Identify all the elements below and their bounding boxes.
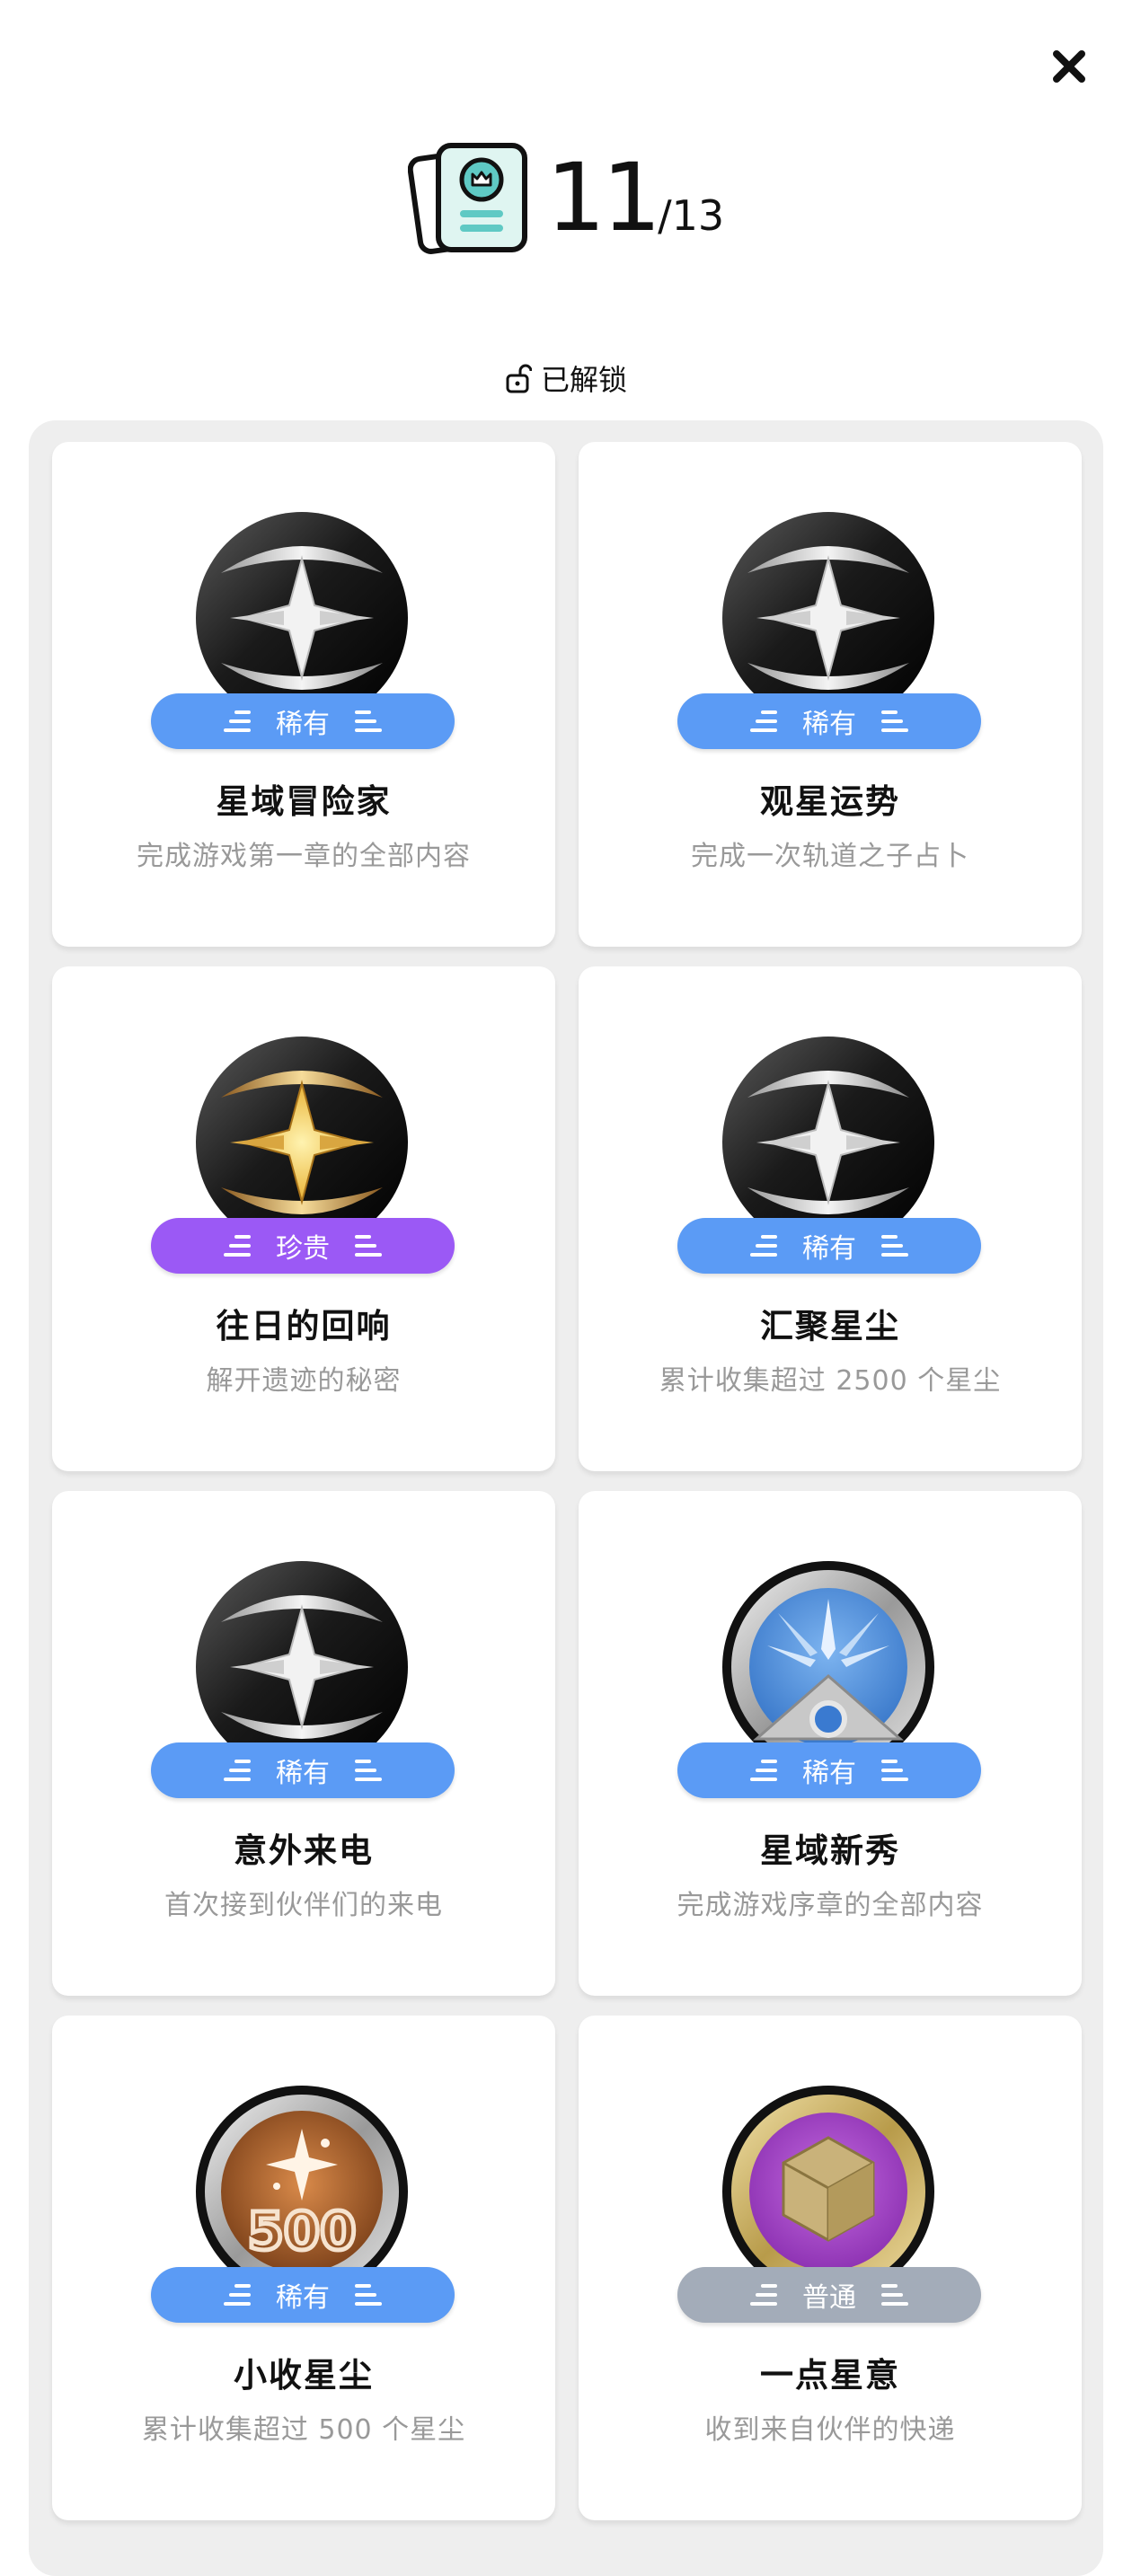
rarity-label: 稀有: [276, 709, 330, 740]
achievement-card[interactable]: 稀有 汇聚星尘 累计收集超过 2500 个星尘: [579, 966, 1082, 1471]
achievement-description: 完成游戏序章的全部内容: [677, 1890, 984, 1921]
achievement-grid: 稀有 星域冒险家 完成游戏第一章的全部内容 稀有 观星运势 完成一次轨道之子占卜: [52, 442, 1082, 2520]
close-icon: [1053, 50, 1085, 83]
medal-number: 500: [247, 2201, 356, 2262]
decorative-lines-icon: [881, 1760, 908, 1781]
decorative-lines-icon: [224, 2284, 251, 2306]
decorative-lines-icon: [750, 1760, 777, 1781]
rarity-label: 稀有: [802, 709, 856, 740]
achievement-title: 汇聚星尘: [760, 1307, 900, 1345]
achievement-card[interactable]: 珍贵 往日的回响 解开遗迹的秘密: [52, 966, 555, 1471]
achievement-title: 意外来电: [234, 1831, 374, 1870]
achievement-title: 星域新秀: [760, 1831, 900, 1870]
decorative-lines-icon: [224, 1235, 251, 1257]
rarity-badge: 稀有: [151, 1742, 455, 1798]
achievement-title: 观星运势: [760, 782, 900, 821]
decorative-lines-icon: [355, 2284, 382, 2306]
unlocked-section-header: 已解锁: [0, 356, 1132, 401]
decorative-lines-icon: [355, 710, 382, 732]
close-button[interactable]: [1042, 40, 1096, 93]
achievement-card[interactable]: 稀有 星域冒险家 完成游戏第一章的全部内容: [52, 442, 555, 947]
rarity-badge: 稀有: [677, 693, 981, 749]
rarity-label: 珍贵: [276, 1233, 330, 1265]
rarity-badge: 稀有: [151, 2267, 455, 2323]
decorative-lines-icon: [881, 1235, 908, 1257]
achievement-title: 往日的回响: [216, 1307, 392, 1345]
achievement-description: 首次接到伙伴们的来电: [164, 1890, 443, 1921]
achievement-description: 完成一次轨道之子占卜: [691, 841, 969, 872]
achievement-description: 完成游戏第一章的全部内容: [137, 841, 471, 872]
rarity-badge: 普通: [677, 2267, 981, 2323]
unlocked-padlock-icon: [506, 364, 532, 393]
decorative-lines-icon: [224, 1760, 251, 1781]
achievement-title: 星域冒险家: [216, 782, 392, 821]
achievement-description: 累计收集超过 2500 个星尘: [659, 1365, 1002, 1397]
decorative-lines-icon: [355, 1760, 382, 1781]
rarity-badge: 稀有: [151, 693, 455, 749]
rarity-label: 普通: [802, 2282, 856, 2314]
achievement-card[interactable]: 普通 一点星意 收到来自伙伴的快递: [579, 2016, 1082, 2520]
achievement-card[interactable]: 500 稀有 小收星尘 累计收集超过 500 个星尘: [52, 2016, 555, 2520]
rarity-badge: 稀有: [677, 1742, 981, 1798]
achievement-cards-icon: [407, 143, 527, 254]
decorative-lines-icon: [750, 710, 777, 732]
achievement-description: 累计收集超过 500 个星尘: [141, 2414, 466, 2446]
total-count: /13: [658, 191, 725, 240]
decorative-lines-icon: [750, 2284, 777, 2306]
rarity-label: 稀有: [802, 1758, 856, 1789]
unlocked-label: 已解锁: [540, 363, 627, 397]
achievement-card[interactable]: 稀有 星域新秀 完成游戏序章的全部内容: [579, 1491, 1082, 1996]
achievement-description: 收到来自伙伴的快递: [704, 2414, 956, 2446]
decorative-lines-icon: [881, 2284, 908, 2306]
rarity-badge: 稀有: [677, 1218, 981, 1274]
achievement-title: 小收星尘: [234, 2356, 374, 2395]
achievement-progress: 11 /13: [0, 135, 1132, 260]
rarity-badge: 珍贵: [151, 1218, 455, 1274]
rarity-label: 稀有: [276, 1758, 330, 1789]
achievement-title: 一点星意: [760, 2356, 900, 2395]
rarity-label: 稀有: [276, 2282, 330, 2314]
achievement-description: 解开遗迹的秘密: [206, 1365, 402, 1397]
decorative-lines-icon: [881, 710, 908, 732]
decorative-lines-icon: [355, 1235, 382, 1257]
unlocked-count: 11: [545, 143, 661, 252]
decorative-lines-icon: [224, 710, 251, 732]
rarity-label: 稀有: [802, 1233, 856, 1265]
achievement-card[interactable]: 稀有 观星运势 完成一次轨道之子占卜: [579, 442, 1082, 947]
decorative-lines-icon: [750, 1235, 777, 1257]
achievement-card[interactable]: 稀有 意外来电 首次接到伙伴们的来电: [52, 1491, 555, 1996]
